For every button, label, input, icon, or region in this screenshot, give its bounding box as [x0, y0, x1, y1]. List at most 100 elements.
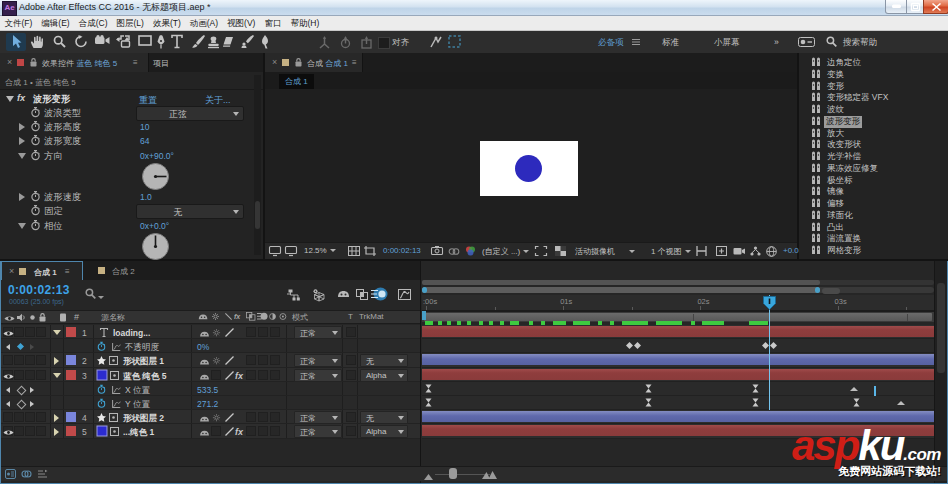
ec-scroll-thumb[interactable] — [255, 201, 260, 229]
workspace-tab-active[interactable]: 必备项 — [598, 37, 624, 49]
switch-cell[interactable] — [270, 327, 280, 337]
effect-list-item[interactable]: 变换 — [799, 68, 948, 80]
workspace-overflow[interactable]: » — [774, 37, 779, 47]
zoom-tool-button[interactable] — [49, 33, 69, 51]
effect-list-item[interactable]: 偏移 — [799, 197, 948, 209]
switch-cell[interactable] — [246, 327, 256, 337]
ruler-goal-icon[interactable] — [696, 246, 707, 258]
menu-item-7[interactable]: 视图(V) — [223, 16, 260, 30]
column-source-name[interactable]: 源名称 — [101, 312, 125, 323]
plus-box-icon[interactable] — [716, 246, 727, 258]
view-axis-icon[interactable] — [360, 36, 373, 51]
navigator-left-handle[interactable] — [422, 287, 427, 293]
layer-color-swatch[interactable] — [66, 412, 76, 422]
close-tab-icon[interactable]: × — [7, 58, 12, 67]
stopwatch-icon[interactable] — [31, 205, 40, 218]
trkmat-dropdown[interactable]: 无 — [360, 411, 408, 424]
close-tab-icon[interactable]: × — [272, 58, 277, 67]
expand-arrow-icon[interactable] — [19, 137, 25, 145]
layer-duration-bar[interactable] — [422, 326, 934, 337]
expand-arrow-icon[interactable] — [19, 193, 25, 201]
layer-duration-bar[interactable] — [422, 354, 934, 365]
type-tool-button[interactable] — [167, 33, 187, 51]
mode-dropdown[interactable]: 正常 — [294, 411, 342, 424]
graph-icon[interactable] — [112, 400, 121, 410]
t-cell[interactable] — [346, 355, 356, 365]
network-icon[interactable] — [750, 246, 761, 258]
quality-icon[interactable] — [225, 371, 234, 382]
layer-color-swatch[interactable] — [66, 370, 76, 380]
angle-dial[interactable] — [142, 163, 169, 190]
tab-effect-controls[interactable]: ×效果控件 蓝色 纯色 5≡ — [0, 53, 149, 72]
layer-color-swatch[interactable] — [66, 355, 76, 365]
effect-list-item[interactable]: 放大 — [799, 127, 948, 139]
av-cell[interactable] — [25, 426, 35, 436]
hscroll-thumb[interactable] — [422, 280, 820, 285]
keyframe-icon[interactable] — [752, 398, 759, 407]
param-value[interactable]: 0x+90.0° — [140, 151, 174, 161]
kf-prev-icon[interactable] — [6, 401, 10, 407]
search-arrow-icon[interactable] — [98, 296, 104, 299]
effect-list-item[interactable]: 变形稳定器 VFX — [799, 91, 948, 103]
show-snapshot-icon[interactable] — [448, 247, 460, 258]
close-button[interactable] — [923, 0, 948, 14]
switch-cell[interactable] — [246, 412, 256, 422]
layer-name[interactable]: loading... — [113, 328, 150, 338]
graph-editor-icon[interactable] — [398, 289, 411, 302]
layer-name[interactable]: 形状图层 2 — [123, 413, 164, 425]
property-row[interactable]: 不透明度0% — [1, 339, 420, 353]
av-cell[interactable] — [36, 327, 46, 337]
switch-cell[interactable] — [258, 412, 268, 422]
speaker-icon[interactable] — [17, 313, 26, 324]
sun-icon[interactable] — [213, 329, 220, 338]
layer-duration-bar[interactable] — [422, 369, 934, 380]
shy-icon[interactable] — [337, 289, 350, 300]
keyframe-icon[interactable] — [425, 384, 432, 393]
property-row[interactable]: Y 位置271.2 — [1, 396, 420, 410]
eye-icon[interactable] — [4, 314, 15, 324]
stopwatch-icon[interactable] — [31, 135, 40, 148]
av-cell[interactable] — [14, 412, 24, 422]
monitor-icon[interactable] — [269, 246, 281, 258]
layer-row[interactable]: 2形状图层 1正常无 — [1, 353, 420, 367]
stopwatch-icon[interactable] — [31, 220, 40, 233]
stopwatch-icon[interactable] — [97, 384, 105, 396]
menu-item-4[interactable]: 图层(L) — [112, 16, 148, 30]
globe-icon[interactable] — [766, 246, 777, 259]
comp-chip[interactable]: 合成 1 — [279, 74, 314, 89]
kf-next-icon[interactable] — [30, 401, 34, 407]
keyframe-icon[interactable] — [770, 342, 777, 351]
menu-item-8[interactable]: 窗口 — [260, 16, 286, 30]
graph-icon[interactable] — [112, 343, 121, 353]
menu-item-6[interactable]: 动画(A) — [185, 16, 222, 30]
tab-comp2[interactable]: 合成 2 — [89, 261, 161, 280]
views-select[interactable]: 1 个视图 — [651, 246, 691, 257]
switch-cell[interactable] — [270, 355, 280, 365]
layer-name[interactable]: ...纯色 1 — [123, 427, 154, 439]
column-trkmat[interactable]: TrkMat — [359, 312, 384, 321]
switch-cell[interactable] — [258, 327, 268, 337]
av-cell[interactable] — [14, 327, 24, 337]
layer-name[interactable]: 形状图层 1 — [123, 356, 164, 368]
colorspace-select[interactable]: (自定义 ...) — [482, 246, 529, 257]
param-value[interactable]: 0x+0.0° — [140, 221, 169, 231]
zoom-slider-handle[interactable] — [449, 468, 457, 479]
av-cell[interactable] — [25, 412, 35, 422]
effect-list-item[interactable]: 变形 — [799, 80, 948, 92]
switch-cell[interactable] — [270, 370, 280, 380]
av-cell[interactable] — [36, 412, 46, 422]
crop-icon[interactable] — [364, 246, 376, 258]
quality-icon[interactable] — [225, 356, 234, 367]
timecode-cam-icon[interactable] — [733, 246, 745, 258]
effect-list-item[interactable]: 网格变形 — [799, 244, 948, 256]
keyframe-icon[interactable] — [626, 342, 633, 351]
eye-cell[interactable] — [3, 412, 13, 422]
layer-color-swatch[interactable] — [66, 327, 76, 337]
menu-item-5[interactable]: 效果(T) — [148, 16, 185, 30]
param-value[interactable]: 10 — [140, 122, 149, 132]
timeline-hscrollbar[interactable] — [422, 280, 934, 285]
menu-item-1[interactable]: 文件(F) — [0, 16, 37, 30]
layer-toggle-icon[interactable] — [5, 469, 16, 481]
effect-list-item[interactable]: 改变形状 — [799, 138, 948, 150]
t-cell[interactable] — [346, 370, 356, 380]
